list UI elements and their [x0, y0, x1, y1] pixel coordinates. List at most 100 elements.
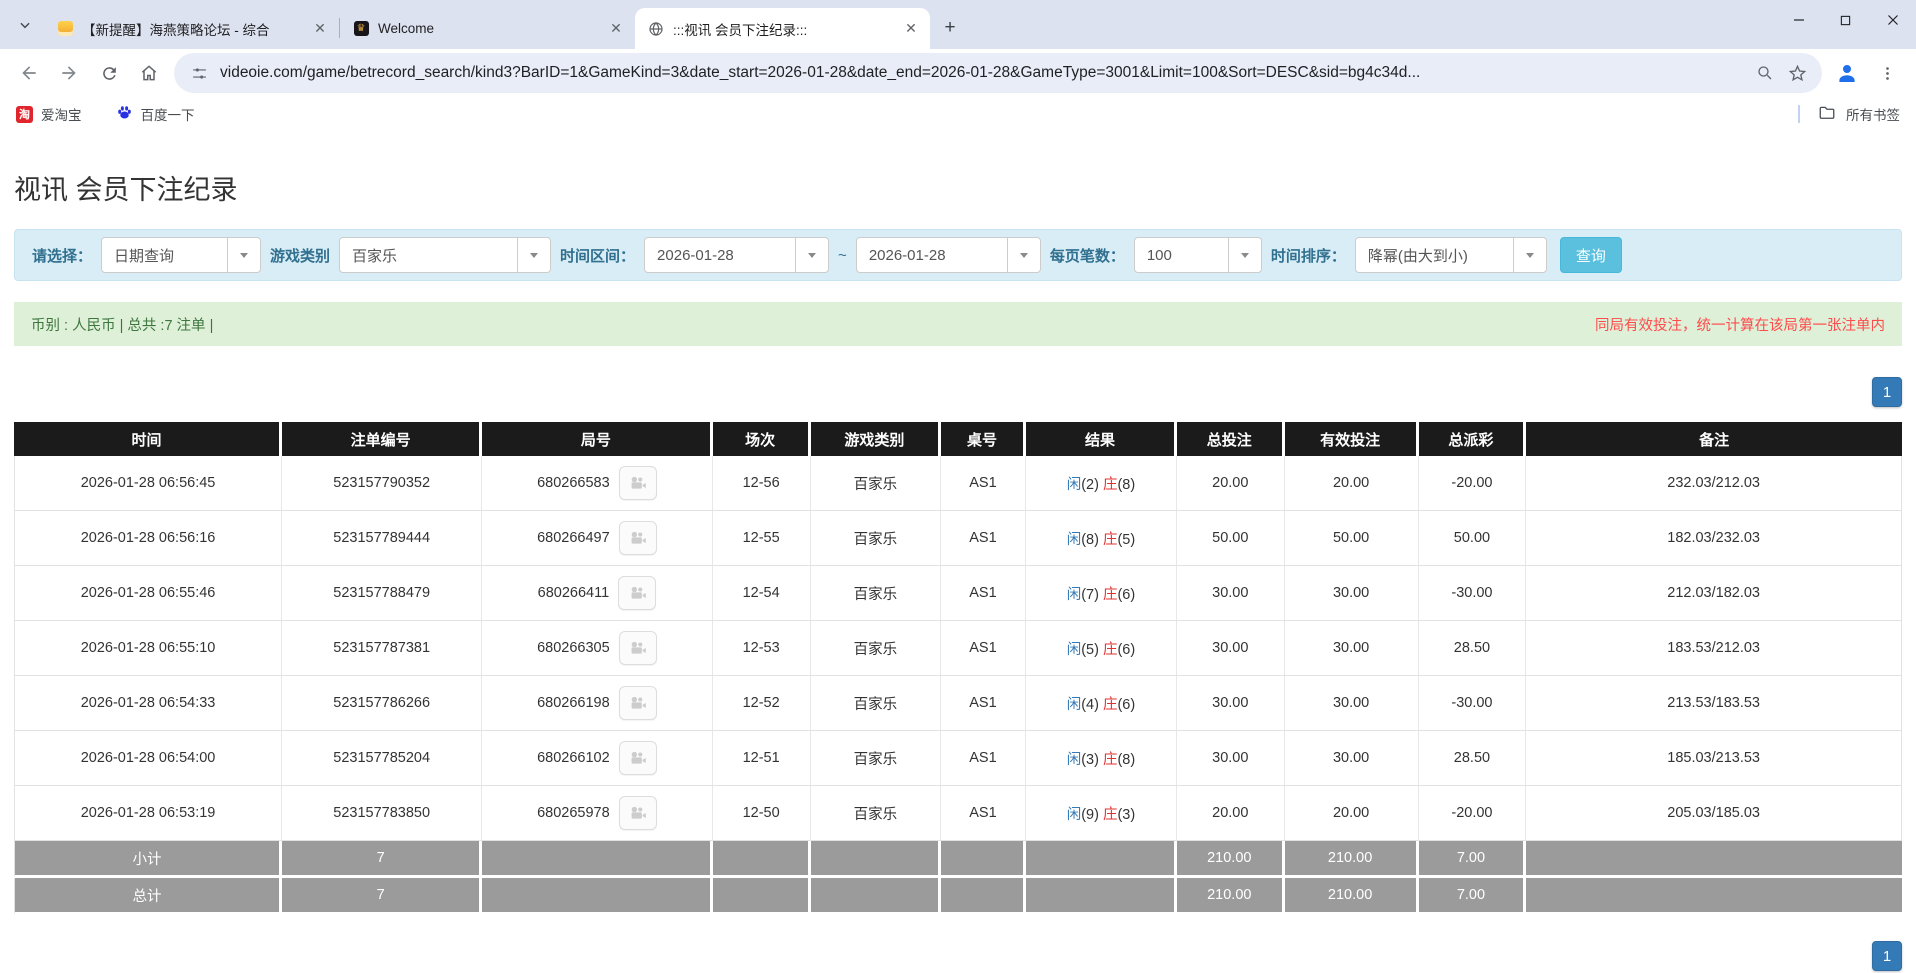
maximize-button[interactable]	[1822, 0, 1869, 40]
banker-result-value: (3)	[1117, 807, 1135, 823]
col-note: 备注	[1526, 422, 1902, 456]
cell-total-bet[interactable]: 30.00	[1177, 676, 1285, 731]
video-replay-button[interactable]	[619, 741, 657, 775]
chevron-down-icon[interactable]	[795, 238, 828, 272]
cell-bet-id: 523157788479	[282, 566, 482, 621]
cell-total-bet[interactable]: 30.00	[1177, 621, 1285, 676]
select-type-label: 请选择：	[32, 245, 92, 266]
tab-close-icon[interactable]: ✕	[311, 20, 329, 38]
tab-title: :::视讯 会员下注纪录:::	[673, 19, 893, 39]
banker-result-value: (6)	[1117, 642, 1135, 658]
player-result-label: 闲	[1067, 587, 1082, 603]
player-result-value: (8)	[1081, 532, 1099, 548]
address-bar[interactable]: videoie.com/game/betrecord_search/kind3?…	[174, 53, 1822, 93]
all-bookmarks[interactable]: 所有书签	[1798, 104, 1900, 125]
zoom-icon[interactable]	[1754, 62, 1776, 84]
reload-button[interactable]	[90, 54, 128, 92]
cell-time: 2026-01-28 06:55:10	[14, 621, 282, 676]
cell-total-bet[interactable]: 30.00	[1177, 731, 1285, 786]
cell-round-id: 680265978	[482, 786, 712, 841]
date-start-select[interactable]: 2026-01-28	[644, 237, 829, 273]
video-replay-button[interactable]	[619, 521, 657, 555]
cell-total-bet[interactable]: 20.00	[1177, 456, 1285, 511]
close-window-button[interactable]	[1869, 0, 1916, 40]
cell-result: 闲(7) 庄(6)	[1026, 566, 1177, 621]
chevron-down-icon[interactable]	[1513, 238, 1546, 272]
folder-icon	[1818, 104, 1836, 125]
cell-game: 百家乐	[811, 566, 941, 621]
banker-result-label: 庄	[1103, 532, 1118, 548]
col-round-id: 局号	[482, 422, 712, 456]
query-type-select[interactable]: 日期查询	[101, 237, 261, 273]
time-sort-value: 降幂(由大到小)	[1356, 238, 1513, 272]
chevron-down-icon[interactable]	[1228, 238, 1261, 272]
table-row: 2026-01-28 06:53:19 523157783850 6802659…	[14, 786, 1902, 841]
cell-time: 2026-01-28 06:56:45	[14, 456, 282, 511]
subtotal-row: 小计 7 210.00 210.00 7.00	[14, 841, 1902, 878]
browser-menu-kebab-icon[interactable]	[1868, 54, 1906, 92]
table-row: 2026-01-28 06:56:16 523157789444 6802664…	[14, 511, 1902, 566]
round-id-text: 680266102	[537, 750, 610, 766]
time-sort-label: 时间排序：	[1271, 245, 1346, 266]
bookmark-taobao[interactable]: 淘 爱淘宝	[16, 104, 82, 124]
video-replay-button[interactable]	[619, 631, 657, 665]
tab-search-chevron-icon[interactable]	[14, 14, 36, 36]
filter-panel: 请选择： 日期查询 游戏类别 百家乐 时间区间： 2026-01-28 ~ 20…	[14, 229, 1902, 281]
site-settings-icon[interactable]	[188, 62, 210, 84]
date-end-select[interactable]: 2026-01-28	[856, 237, 1041, 273]
bookmark-baidu[interactable]: 百度一下	[116, 104, 195, 124]
chevron-down-icon[interactable]	[1007, 238, 1040, 272]
cell-valid-bet: 30.00	[1285, 731, 1419, 786]
page-1-button[interactable]: 1	[1872, 941, 1902, 971]
banker-result-label: 庄	[1103, 807, 1118, 823]
cell-note: 205.03/185.03	[1526, 786, 1902, 841]
cell-total-bet[interactable]: 30.00	[1177, 566, 1285, 621]
cell-session: 12-53	[713, 621, 811, 676]
profile-avatar[interactable]	[1828, 54, 1866, 92]
browser-tab-1[interactable]: 【新提醒】海燕策略论坛 - 综合 ✕	[44, 8, 339, 49]
query-button[interactable]: 查询	[1560, 237, 1622, 273]
cell-bet-id: 523157787381	[282, 621, 482, 676]
bookmark-star-icon[interactable]	[1786, 62, 1808, 84]
video-replay-button[interactable]	[619, 686, 657, 720]
cell-table-no: AS1	[941, 511, 1026, 566]
minimize-button[interactable]	[1775, 0, 1822, 40]
banker-result-value: (5)	[1117, 532, 1135, 548]
new-tab-button[interactable]: +	[936, 14, 964, 42]
chevron-down-icon[interactable]	[227, 238, 260, 272]
player-result-value: (3)	[1081, 752, 1099, 768]
cell-game: 百家乐	[811, 621, 941, 676]
time-sort-select[interactable]: 降幂(由大到小)	[1355, 237, 1547, 273]
video-replay-button[interactable]	[618, 576, 656, 610]
total-row: 总计 7 210.00 210.00 7.00	[14, 878, 1902, 915]
pagination-top: 1	[14, 377, 1902, 407]
per-page-select[interactable]: 100	[1134, 237, 1262, 273]
cell-total-bet[interactable]: 20.00	[1177, 786, 1285, 841]
banker-result-label: 庄	[1103, 642, 1118, 658]
per-page-value: 100	[1135, 238, 1228, 272]
col-game: 游戏类别	[811, 422, 941, 456]
all-bookmarks-label: 所有书签	[1846, 104, 1900, 124]
back-button[interactable]	[10, 54, 48, 92]
tab-title: Welcome	[378, 21, 598, 36]
browser-tab-2[interactable]: ♛ Welcome ✕	[340, 8, 635, 49]
video-replay-button[interactable]	[619, 466, 657, 500]
home-button[interactable]	[130, 54, 168, 92]
col-bet-id: 注单编号	[282, 422, 482, 456]
browser-tab-active[interactable]: :::视讯 会员下注纪录::: ✕	[635, 8, 930, 49]
player-result-label: 闲	[1067, 642, 1082, 658]
cell-game: 百家乐	[811, 731, 941, 786]
cell-valid-bet: 30.00	[1285, 566, 1419, 621]
video-replay-button[interactable]	[619, 796, 657, 830]
cell-note: 212.03/182.03	[1526, 566, 1902, 621]
subtotal-valid-bet: 210.00	[1285, 841, 1419, 878]
tab-close-icon[interactable]: ✕	[607, 20, 625, 38]
cell-total-bet[interactable]: 50.00	[1177, 511, 1285, 566]
chevron-down-icon[interactable]	[517, 238, 550, 272]
page-1-button[interactable]: 1	[1872, 377, 1902, 407]
game-category-select[interactable]: 百家乐	[339, 237, 551, 273]
tab-close-icon[interactable]: ✕	[902, 20, 920, 38]
date-range-label: 时间区间：	[560, 245, 635, 266]
url-text[interactable]: videoie.com/game/betrecord_search/kind3?…	[220, 64, 1744, 82]
forward-button[interactable]	[50, 54, 88, 92]
